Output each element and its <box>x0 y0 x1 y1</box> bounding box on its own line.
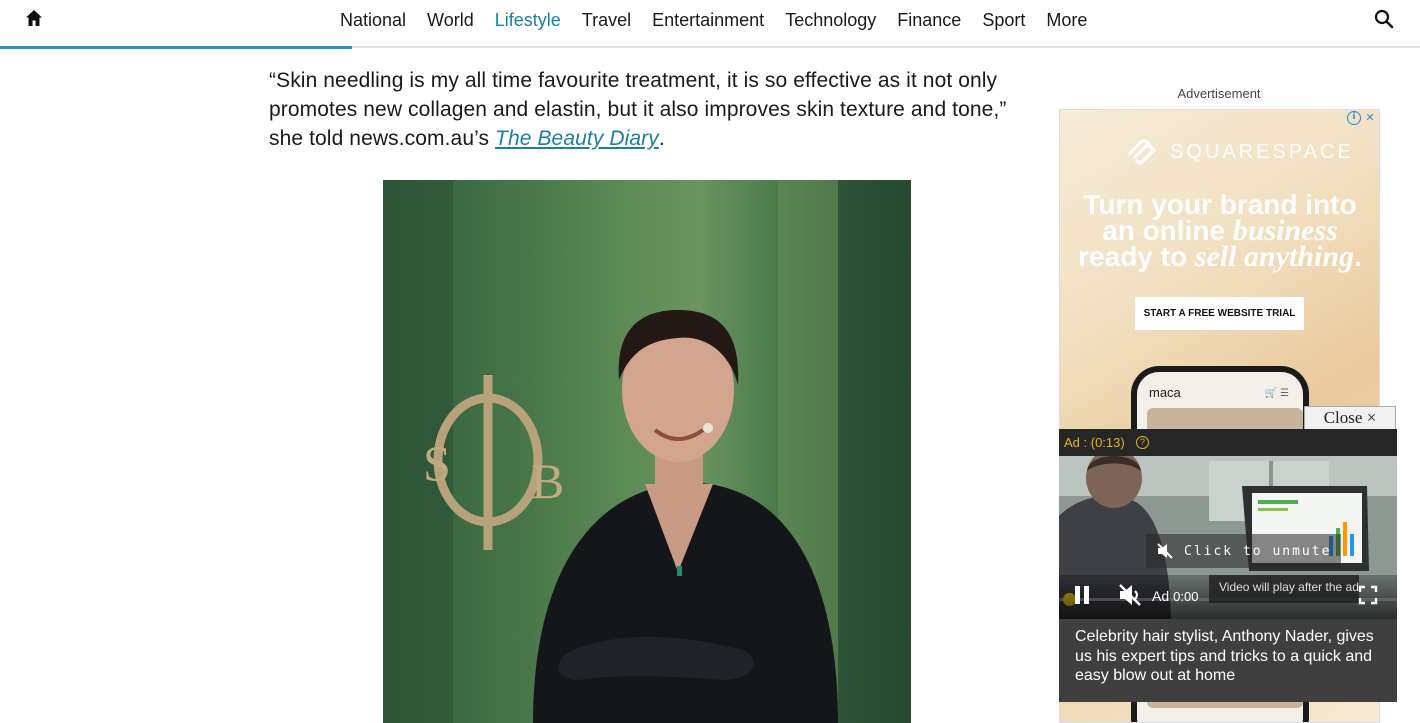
pause-button[interactable] <box>1073 585 1091 605</box>
ad-headline: Turn your brand into an online business … <box>1078 189 1362 273</box>
squarespace-logo: SQUARESPACE <box>1126 138 1354 166</box>
mute-icon[interactable] <box>1117 582 1143 608</box>
nav-item-entertainment[interactable]: Entertainment <box>652 10 764 31</box>
nav-item-technology[interactable]: Technology <box>785 10 876 31</box>
article-paragraph: “Skin needling is my all time favourite … <box>269 69 1007 150</box>
video-player: Ad : (0:13) ? Click to unmute Ad 0:00 Vi… <box>1059 429 1397 702</box>
video-note: Video will play after the ad <box>1209 575 1359 603</box>
cart-icon: 🛒 ☰ <box>1264 388 1289 399</box>
nav-item-sport[interactable]: Sport <box>982 10 1025 31</box>
video-ad-bar: Ad : (0:13) ? <box>1059 429 1397 456</box>
article-photo: S B <box>383 180 911 723</box>
nav-item-travel[interactable]: Travel <box>582 10 631 31</box>
nav-item-finance[interactable]: Finance <box>897 10 961 31</box>
question-icon[interactable]: ? <box>1136 436 1149 449</box>
home-icon[interactable] <box>24 8 44 28</box>
reading-progress-bar <box>0 46 352 49</box>
nav-item-national[interactable]: National <box>340 10 406 31</box>
unmute-button[interactable]: Click to unmute <box>1146 534 1342 568</box>
nav-item-lifestyle[interactable]: Lifestyle <box>495 10 561 31</box>
ad-choices[interactable]: i ✕ <box>1347 111 1377 125</box>
advertisement-label: Advertisement <box>1177 86 1261 101</box>
ad-countdown: Ad : (0:13) <box>1064 435 1125 450</box>
info-icon[interactable]: i <box>1347 111 1361 125</box>
top-navigation: National World Lifestyle Travel Entertainmen… <box>0 0 1420 49</box>
video-time: Ad 0:00 <box>1152 588 1199 604</box>
muted-speaker-icon <box>1157 543 1173 559</box>
phone-brand: maca <box>1149 385 1181 400</box>
svg-text:S: S <box>423 435 451 491</box>
beauty-diary-link[interactable]: The Beauty Diary <box>495 127 659 150</box>
squarespace-logo-icon <box>1128 139 1156 165</box>
fullscreen-icon[interactable] <box>1358 585 1378 605</box>
close-icon[interactable]: ✕ <box>1363 111 1377 125</box>
article-body: “Skin needling is my all time favourite … <box>269 66 1039 153</box>
nav-item-world[interactable]: World <box>427 10 474 31</box>
video-close-button[interactable]: Close × <box>1304 406 1396 429</box>
video-caption: Celebrity hair stylist, Anthony Nader, g… <box>1059 619 1397 702</box>
nav-item-more[interactable]: More <box>1046 10 1087 31</box>
nav-menu: National World Lifestyle Travel Entertainmen… <box>340 0 1108 40</box>
start-trial-button[interactable]: START A FREE WEBSITE TRIAL <box>1135 297 1304 330</box>
svg-text:B: B <box>531 453 564 509</box>
search-icon[interactable] <box>1374 9 1394 29</box>
